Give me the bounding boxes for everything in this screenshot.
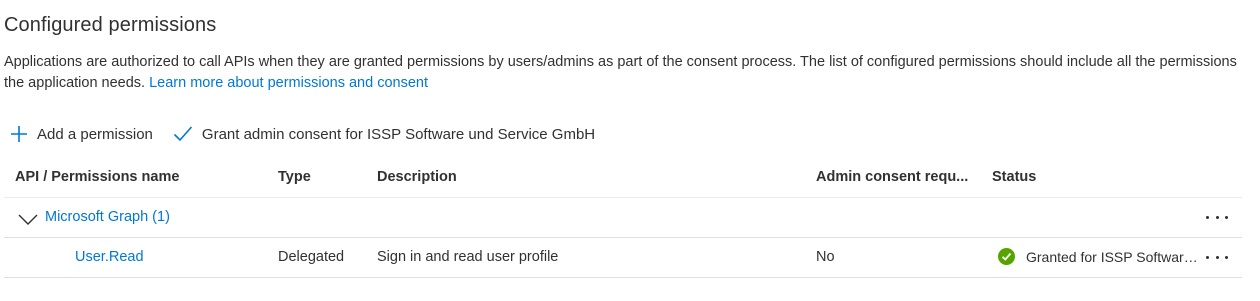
column-header-name[interactable]: API / Permissions name	[15, 169, 179, 185]
table-row: User.Read Delegated Sign in and read use…	[4, 238, 1242, 278]
grant-admin-consent-button[interactable]: Grant admin consent for ISSP Software un…	[173, 120, 595, 148]
learn-more-link[interactable]: Learn more about permissions and consent	[149, 75, 428, 91]
checkmark-icon	[173, 126, 193, 142]
permission-description: Sign in and read user profile	[377, 249, 559, 265]
column-header-description[interactable]: Description	[377, 169, 457, 185]
permission-type: Delegated	[278, 249, 345, 265]
green-checkmark-circle-icon	[998, 248, 1015, 265]
section-title: Configured permissions	[4, 14, 217, 36]
column-header-type[interactable]: Type	[278, 169, 311, 185]
admin-consent-required: No	[816, 249, 835, 265]
add-permission-label: Add a permission	[37, 125, 153, 143]
more-options-icon[interactable]	[1206, 208, 1228, 226]
section-description: Applications are authorized to call APIs…	[4, 52, 1244, 94]
permission-name-link[interactable]: User.Read	[75, 249, 144, 265]
column-header-status[interactable]: Status	[992, 169, 1036, 185]
status-text: Granted for ISSP Software und Service Gm…	[1026, 248, 1198, 265]
grant-admin-consent-label: Grant admin consent for ISSP Software un…	[201, 125, 596, 143]
group-label-link[interactable]: Microsoft Graph (1)	[45, 209, 170, 225]
configured-permissions-panel: Configured permissions Applications are …	[0, 0, 1260, 301]
group-row-microsoft-graph[interactable]: Microsoft Graph (1)	[4, 198, 1242, 238]
plus-icon	[11, 126, 27, 142]
permissions-table: API / Permissions name Type Description …	[4, 158, 1242, 278]
add-permission-button[interactable]: Add a permission	[10, 120, 153, 148]
column-header-admin-consent[interactable]: Admin consent requ...	[816, 169, 968, 185]
chevron-down-icon[interactable]	[18, 210, 38, 228]
table-header: API / Permissions name Type Description …	[4, 158, 1242, 198]
toolbar: Add a permission Grant admin consent for…	[10, 120, 615, 148]
more-options-icon[interactable]	[1206, 248, 1228, 266]
status-cell: Granted for ISSP Software und Service Gm…	[998, 248, 1198, 265]
